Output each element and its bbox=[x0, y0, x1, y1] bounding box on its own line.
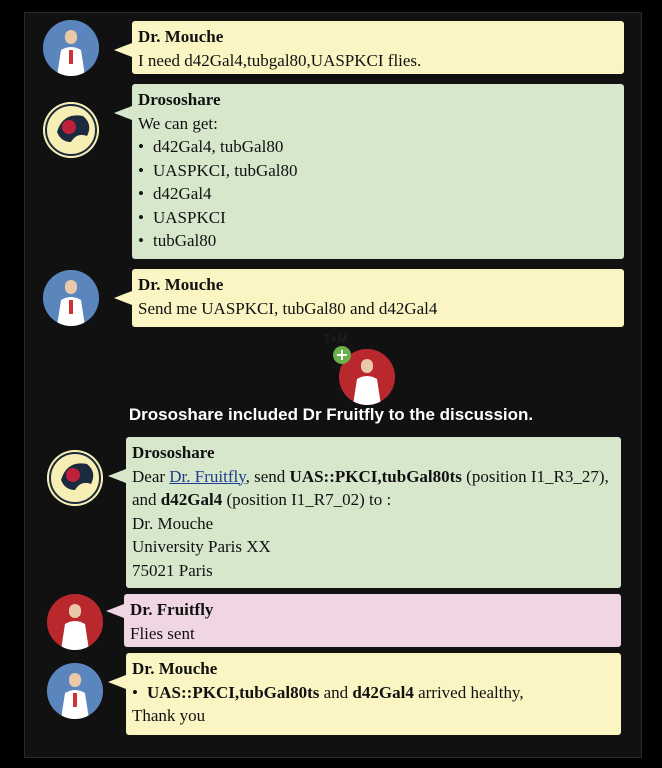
text-span: and bbox=[319, 682, 353, 702]
list-item: UASPKCI bbox=[138, 206, 618, 230]
message-text: Send me UASPKCI, tubGal80 and d42Gal4 bbox=[138, 298, 438, 318]
discussion-notice: Drososhare included Dr Fruitfly to the d… bbox=[128, 405, 534, 424]
stock-name: d42Gal4 bbox=[160, 490, 223, 509]
address-line: Dr. Mouche bbox=[132, 513, 214, 533]
drososhare-avatar[interactable] bbox=[47, 450, 103, 506]
message-bubble: Drososhare Dear Dr. Fruitfly, send UAS::… bbox=[108, 437, 621, 588]
sender-name: Dr. Mouche bbox=[132, 659, 218, 678]
text-span: arrived healthy, bbox=[413, 682, 524, 702]
list-item: UAS::PKCI,tubGal80ts and d42Gal4 arrived… bbox=[132, 681, 615, 705]
bubble-tail bbox=[108, 469, 126, 483]
sender-name: Dr. Mouche bbox=[138, 27, 224, 46]
address-line: 75021 Paris bbox=[132, 560, 213, 580]
message-bubble: Dr. Mouche Send me UASPKCI, tubGal80 and… bbox=[114, 269, 624, 327]
drososhare-avatar[interactable] bbox=[43, 102, 99, 158]
text-span: , send bbox=[245, 466, 290, 486]
confirmation-list: UAS::PKCI,tubGal80ts and d42Gal4 arrived… bbox=[132, 681, 615, 705]
list-item: d42Gal4, tubGal80 bbox=[138, 135, 618, 159]
message-text: Flies sent bbox=[130, 623, 195, 643]
list-item: tubGal80 bbox=[138, 229, 618, 253]
dr-mouche-avatar[interactable] bbox=[43, 270, 99, 326]
dr-fruitfly-avatar[interactable] bbox=[47, 594, 103, 650]
message-text: I need d42Gal4,tubgal80,UASPKCI flies. bbox=[138, 50, 422, 70]
sender-name: Dr. Fruitfly bbox=[130, 600, 214, 619]
bubble-tail bbox=[106, 604, 124, 618]
bubble-tail bbox=[114, 291, 132, 305]
dr-fruitfly-link[interactable]: Dr. Fruitfly bbox=[169, 467, 245, 486]
message-text: Dear Dr. Fruitfly, send UAS::PKCI,tubGal… bbox=[132, 465, 615, 512]
list-item: d42Gal4 bbox=[138, 182, 618, 206]
stock-list: d42Gal4, tubGal80 UASPKCI, tubGal80 d42G… bbox=[138, 135, 618, 253]
stock-name: UAS::PKCI,tubGal80ts bbox=[289, 466, 462, 486]
stock-name: d42Gal4 bbox=[352, 682, 414, 702]
sender-name: Drososhare bbox=[138, 90, 221, 109]
message-bubble: Dr. Mouche UAS::PKCI,tubGal80ts and d42G… bbox=[108, 653, 621, 735]
dr-mouche-avatar[interactable] bbox=[47, 663, 103, 719]
bubble-tail bbox=[114, 106, 132, 120]
dr-mouche-avatar[interactable] bbox=[43, 20, 99, 76]
address-line: University Paris XX bbox=[132, 537, 271, 556]
sender-name: Dr. Mouche bbox=[138, 275, 224, 294]
bubble-tail bbox=[114, 43, 132, 57]
text-span: (position I1_R7_02) to : bbox=[222, 490, 392, 509]
tm-label: T+M bbox=[323, 332, 348, 346]
add-user-icon: + bbox=[333, 346, 351, 364]
stock-name: UAS::PKCI,tubGal80ts bbox=[147, 682, 320, 702]
message-bubble: Dr. Mouche I need d42Gal4,tubgal80,UASPK… bbox=[114, 21, 624, 74]
sender-name: Drososhare bbox=[132, 443, 215, 462]
bubble-tail bbox=[108, 675, 126, 689]
message-text: Thank you bbox=[132, 706, 206, 725]
list-item: UASPKCI, tubGal80 bbox=[138, 159, 618, 183]
message-text: We can get: bbox=[138, 113, 218, 133]
text-span: Dear bbox=[132, 466, 170, 486]
message-bubble: Drososhare We can get: d42Gal4, tubGal80… bbox=[114, 84, 624, 259]
message-bubble: Dr. Fruitfly Flies sent bbox=[106, 594, 621, 647]
